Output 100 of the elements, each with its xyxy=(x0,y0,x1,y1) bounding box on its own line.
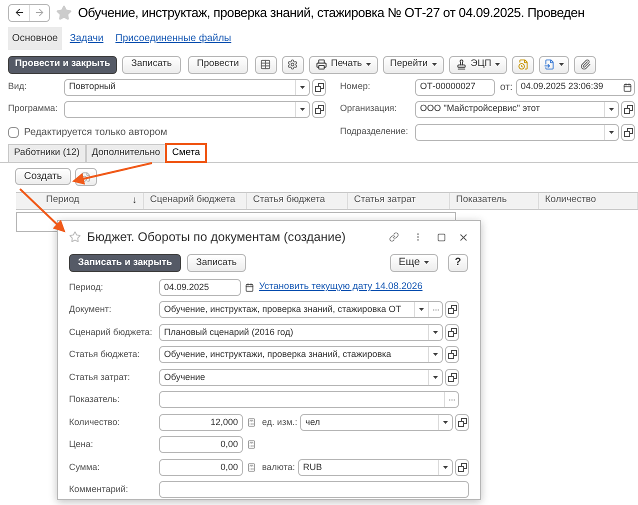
set-date-link[interactable]: Установить текущую дату 14.08.2026 xyxy=(259,280,422,294)
calendar-button[interactable] xyxy=(243,282,255,292)
input-field[interactable] xyxy=(64,100,310,118)
open-button[interactable] xyxy=(312,78,326,96)
select-field[interactable]: Плановый сценарий (2016 год) xyxy=(159,324,443,341)
close-icon[interactable] xyxy=(458,232,469,243)
number-field[interactable]: ОТ-00000027 xyxy=(415,78,495,96)
button[interactable]: Записать xyxy=(122,56,181,74)
sort-indicator: ↓ xyxy=(132,194,137,208)
checkbox[interactable] xyxy=(8,126,19,138)
open-window-icon xyxy=(314,82,324,92)
select-field[interactable]: RUB xyxy=(298,458,453,476)
back-icon xyxy=(14,7,24,18)
input-field[interactable]: ООО "Майстройсервис" этот xyxy=(415,100,619,118)
menu-button[interactable]: ЭЦП xyxy=(448,56,508,74)
input-field[interactable] xyxy=(415,124,619,140)
open-button[interactable] xyxy=(312,100,326,118)
primary-button[interactable]: Записать и закрыть xyxy=(69,254,182,272)
input-field[interactable]: Повторный xyxy=(64,78,310,96)
number-field[interactable]: 0,00 xyxy=(159,458,243,476)
open-button[interactable] xyxy=(455,414,469,431)
open-button[interactable] xyxy=(445,324,459,341)
field-label: Период: xyxy=(69,280,104,294)
open-button[interactable] xyxy=(621,100,635,118)
section-link[interactable]: Задачи xyxy=(66,26,108,50)
number-field[interactable]: 12,000 xyxy=(159,414,243,431)
help-button[interactable]: ? xyxy=(448,254,468,272)
column-header[interactable]: Сценарий бюджета xyxy=(150,193,240,208)
calculator-button[interactable] xyxy=(245,462,257,472)
field-label: Комментарий: xyxy=(69,483,130,496)
create-button[interactable]: Создать xyxy=(15,168,72,185)
field-label: Вид: xyxy=(8,80,28,94)
document-field[interactable]: Обучение, инструктаж, проверка знаний, стажировка ОТ xyxy=(159,301,443,318)
button[interactable]: Провести xyxy=(188,56,248,74)
open-window-icon xyxy=(624,128,632,136)
field-label: Программа: xyxy=(8,102,59,116)
import-menu-button[interactable] xyxy=(539,56,570,74)
open-button[interactable] xyxy=(445,301,459,318)
caret-icon xyxy=(609,108,614,110)
checkbox-label: Редактируется только автором xyxy=(24,126,168,140)
caret-icon xyxy=(424,261,429,264)
comment-field[interactable] xyxy=(159,481,469,498)
field-label: Цена: xyxy=(69,438,94,451)
field-label: Организация: xyxy=(340,102,398,116)
calculator-button[interactable] xyxy=(245,440,257,450)
link-icon[interactable] xyxy=(389,232,399,242)
open-window-icon xyxy=(448,305,456,314)
section-tab[interactable]: Основное xyxy=(8,26,62,50)
input-field[interactable] xyxy=(159,391,459,408)
tab[interactable]: Дополнительно xyxy=(86,144,166,162)
menu-button[interactable]: Перейти xyxy=(383,56,444,74)
open-button[interactable] xyxy=(621,124,635,140)
open-button[interactable] xyxy=(445,346,459,364)
column-header[interactable]: Статья бюджета xyxy=(253,193,341,208)
forward-icon xyxy=(34,7,45,18)
select-field[interactable]: чел xyxy=(300,414,453,431)
report-button[interactable] xyxy=(512,56,534,74)
paperclip-icon xyxy=(580,59,591,70)
stamp-icon xyxy=(456,59,467,70)
date-field[interactable]: 04.09.2025 23:06:39 xyxy=(516,78,635,96)
field-label: Документ: xyxy=(69,303,112,316)
open-window-icon xyxy=(448,372,456,382)
column-header[interactable]: Статья затрат xyxy=(354,193,443,208)
printer-icon xyxy=(316,59,327,70)
menu-button[interactable]: Печать xyxy=(308,56,378,74)
column-header[interactable]: Количество xyxy=(545,193,631,208)
number-field[interactable]: 0,00 xyxy=(159,436,243,454)
maximize-icon[interactable] xyxy=(437,232,446,242)
document-icon xyxy=(81,172,92,182)
calculator-icon xyxy=(246,440,256,450)
field-label: ед. изм.: xyxy=(262,416,298,429)
column-header[interactable]: Показатель xyxy=(456,193,532,208)
section-link[interactable]: Присоединенные файлы xyxy=(111,26,236,50)
caret-icon xyxy=(432,63,437,66)
open-button[interactable] xyxy=(445,368,459,386)
more-menu-button[interactable]: Еще xyxy=(390,254,438,272)
caret-icon xyxy=(443,466,448,469)
select-field[interactable]: Обучение, инструктажи, проверка знаний, стажировка xyxy=(159,346,443,364)
field-label: Сумма: xyxy=(69,460,101,474)
caret-icon xyxy=(559,63,564,66)
open-button[interactable] xyxy=(455,458,469,476)
calculator-button[interactable] xyxy=(245,418,257,427)
dialog-title: Бюджет. Обороты по документам (создание) xyxy=(87,229,347,246)
table-icon xyxy=(260,59,272,70)
open-window-icon xyxy=(458,418,466,427)
caret-icon xyxy=(609,130,614,134)
date-field[interactable]: 04.09.2025 xyxy=(159,278,241,296)
attach-button[interactable] xyxy=(574,56,596,74)
table-button[interactable] xyxy=(254,56,277,74)
calendar-icon xyxy=(622,82,632,92)
settings-button[interactable] xyxy=(282,56,304,74)
open-window-icon xyxy=(458,462,466,472)
primary-button[interactable]: Провести и закрыть xyxy=(8,56,118,74)
favorite-star-icon xyxy=(69,231,81,244)
button[interactable]: Записать xyxy=(187,254,246,272)
tab[interactable]: Работники (12) xyxy=(8,144,86,162)
column-header[interactable]: Период xyxy=(22,193,132,208)
tab[interactable]: Смета xyxy=(166,144,206,162)
open-window-icon xyxy=(448,328,456,337)
select-field[interactable]: Обучение xyxy=(159,368,443,386)
